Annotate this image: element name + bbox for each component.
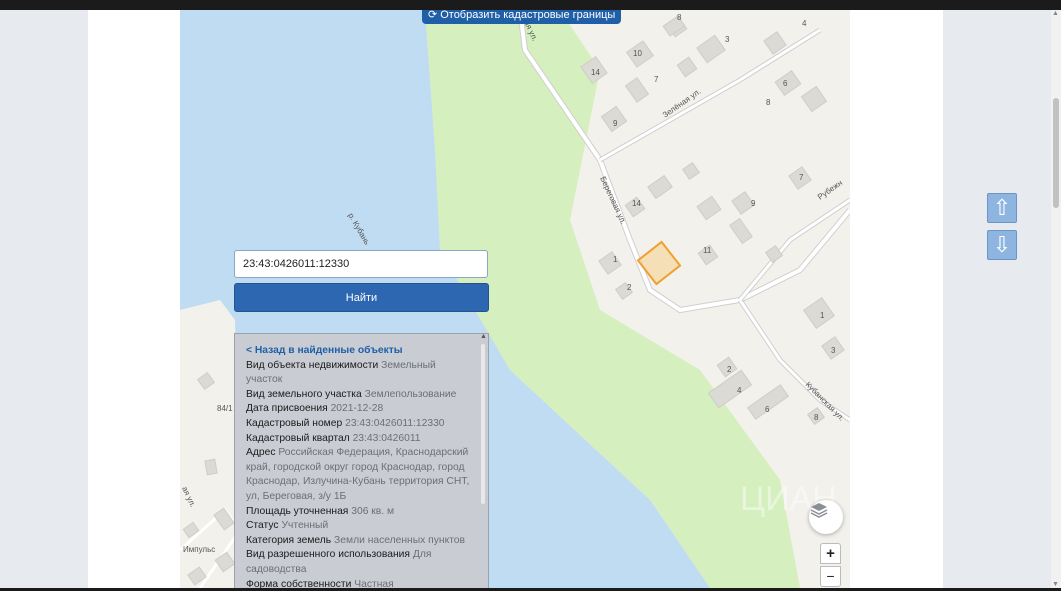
svg-text:2: 2 <box>727 365 732 374</box>
info-row: Кадастровый номер 23:43:0426011:12330 <box>246 417 474 432</box>
info-row: Вид земельного участка Землепользование <box>246 388 474 403</box>
right-gutter <box>943 10 1051 588</box>
impuls-label: Импульс <box>183 545 215 554</box>
info-panel-scrollbar[interactable]: ▲ <box>480 334 487 588</box>
left-gutter <box>0 10 88 588</box>
info-row: Вид объекта недвижимости Земельный участ… <box>246 359 474 388</box>
page-scroll-down-icon[interactable]: ▼ <box>1052 581 1059 588</box>
svg-text:11: 11 <box>703 246 712 255</box>
street-beregovaya-label: Береговая ул. <box>598 175 628 226</box>
scroll-up-button[interactable]: ⇧ <box>987 193 1017 223</box>
object-info-panel[interactable]: < Назад в найденные объекты Вид объекта … <box>234 333 489 588</box>
svg-text:3: 3 <box>831 346 836 355</box>
svg-text:6: 6 <box>765 405 770 414</box>
street-rubezhnaya-label: Рубежн <box>816 178 844 201</box>
zoom-out-button[interactable]: − <box>820 566 841 587</box>
info-row-value: Землепользование <box>364 388 457 400</box>
info-row-label: Кадастровый квартал <box>246 432 350 444</box>
svg-text:2: 2 <box>627 283 632 292</box>
back-to-results-link[interactable]: < Назад в найденные объекты <box>246 344 474 359</box>
info-row: Дата присвоения 2021-12-28 <box>246 402 474 417</box>
layers-button[interactable] <box>809 500 843 534</box>
svg-text:1: 1 <box>820 311 825 320</box>
info-scroll-thumb[interactable] <box>481 344 485 504</box>
svg-text:4: 4 <box>802 19 807 28</box>
svg-text:7: 7 <box>799 173 804 182</box>
info-row-label: Площадь уточненная <box>246 505 349 517</box>
map-viewport[interactable]: Зелёная ул. Береговая ул. Рубежн Кубанск… <box>180 10 850 588</box>
info-row-label: Вид разрешенного использования <box>246 549 410 561</box>
refresh-icon: ⟳ <box>428 10 438 21</box>
zoom-in-button[interactable]: + <box>820 543 841 564</box>
info-row: Категория земель Земли населенных пункто… <box>246 534 474 549</box>
info-row: Статус Учтенный <box>246 519 474 534</box>
svg-text:6: 6 <box>783 79 788 88</box>
svg-text:14: 14 <box>591 68 600 77</box>
info-row-label: Вид объекта недвижимости <box>246 359 379 371</box>
svg-text:9: 9 <box>751 199 756 208</box>
info-row-label: Категория земель <box>246 534 332 546</box>
scroll-up-arrow-icon[interactable]: ▲ <box>480 334 487 340</box>
info-row: Кадастровый квартал 23:43:0426011 <box>246 432 474 447</box>
info-row-label: Дата присвоения <box>246 403 328 415</box>
svg-text:3: 3 <box>725 35 730 44</box>
page-scroll-thumb[interactable] <box>1053 98 1059 208</box>
svg-text:8: 8 <box>814 413 819 422</box>
svg-text:4: 4 <box>737 386 742 395</box>
info-row-value: Земли населенных пунктов <box>334 534 465 546</box>
info-row: Площадь уточненная 306 кв. м <box>246 505 474 520</box>
info-row-label: Кадастровый номер <box>246 417 343 429</box>
object-info-content: < Назад в найденные объекты Вид объекта … <box>246 344 474 588</box>
svg-text:7: 7 <box>654 75 659 84</box>
svg-text:10: 10 <box>633 49 642 58</box>
svg-text:8: 8 <box>766 98 771 107</box>
info-row: Форма собственности Частная <box>246 578 474 589</box>
info-row-value: 23:43:0426011:12330 <box>345 417 445 429</box>
top-bar <box>0 0 1061 10</box>
layers-icon <box>810 503 828 518</box>
info-row-label: Вид земельного участка <box>246 388 362 400</box>
info-row-value: 306 кв. м <box>351 505 395 517</box>
svg-text:1: 1 <box>613 255 618 264</box>
road-rubezhnaya <box>738 198 850 301</box>
info-row-label: Форма собственности <box>246 578 352 589</box>
cadastral-borders-button[interactable]: ⟳ Отобразить кадастровые границы <box>422 10 622 24</box>
info-row-value: 2021-12-28 <box>330 403 384 415</box>
svg-text:8: 8 <box>677 13 682 22</box>
info-row-label: Статус <box>246 520 279 532</box>
cadastral-borders-label: Отобразить кадастровые границы <box>440 10 616 21</box>
page-scrollbar[interactable]: ▲ ▼ <box>1051 10 1061 588</box>
svg-text:9: 9 <box>613 119 618 128</box>
scroll-down-button[interactable]: ⇩ <box>987 230 1017 260</box>
find-button[interactable]: Найти <box>234 283 489 312</box>
page-scroll-up-icon[interactable]: ▲ <box>1052 10 1059 17</box>
info-row-value: Частная <box>354 578 394 589</box>
info-row: Вид разрешенного использования Для садов… <box>246 548 474 577</box>
cadastral-search-input[interactable] <box>234 250 488 278</box>
info-row-label: Адрес <box>246 447 276 459</box>
svg-text:14: 14 <box>632 199 641 208</box>
info-row-value: Учтенный <box>281 520 329 532</box>
left-84-label: 84/1 <box>217 404 233 413</box>
info-row-value: Российская Федерация, Краснодарский край… <box>246 447 470 502</box>
info-row-value: 23:43:0426011 <box>352 432 421 444</box>
info-row: Адрес Российская Федерация, Краснодарски… <box>246 446 474 504</box>
